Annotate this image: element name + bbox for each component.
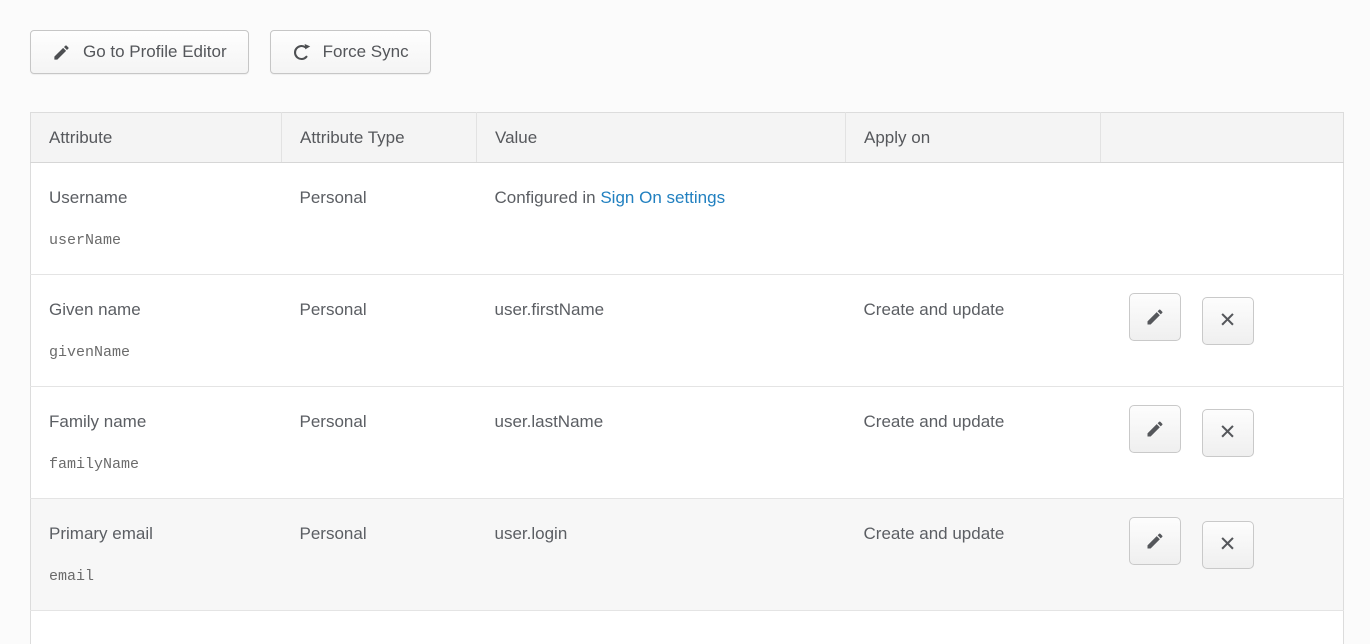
attribute-cell: Primary email email: [31, 499, 282, 611]
force-sync-label: Force Sync: [323, 42, 409, 62]
delete-attribute-button[interactable]: ✕: [1202, 409, 1254, 457]
go-to-profile-editor-button[interactable]: Go to Profile Editor: [30, 30, 249, 74]
refresh-icon: [292, 43, 311, 62]
attribute-type-cell: Personal: [282, 275, 477, 387]
column-header-attribute-type: Attribute Type: [282, 113, 477, 163]
attribute-type-cell: Personal: [282, 387, 477, 499]
attribute-variable-name: givenName: [49, 344, 264, 361]
force-sync-button[interactable]: Force Sync: [270, 30, 431, 74]
go-to-profile-editor-label: Go to Profile Editor: [83, 42, 227, 62]
value-cell: user.firstName: [477, 275, 846, 387]
sign-on-settings-link[interactable]: Sign On settings: [600, 188, 725, 207]
column-header-attribute: Attribute: [31, 113, 282, 163]
apply-on-cell: [846, 163, 1101, 275]
pencil-icon: [1145, 419, 1165, 439]
edit-attribute-button[interactable]: [1129, 405, 1181, 453]
table-row-given-name: Given name givenName Personal user.first…: [31, 275, 1344, 387]
x-icon: ✕: [1219, 422, 1237, 443]
attribute-display-name: Family name: [49, 412, 264, 432]
actions-cell: [1101, 163, 1344, 275]
delete-attribute-button[interactable]: ✕: [1202, 297, 1254, 345]
attribute-display-name: Primary email: [49, 524, 264, 544]
attribute-display-name: Username: [49, 188, 264, 208]
attribute-mappings-table: Attribute Attribute Type Value Apply on …: [30, 112, 1344, 644]
table-row-partial: [31, 611, 1344, 644]
pencil-icon: [1145, 307, 1165, 327]
attribute-cell: Family name familyName: [31, 387, 282, 499]
value-text: Configured in: [495, 188, 601, 207]
edit-attribute-button[interactable]: [1129, 293, 1181, 341]
apply-on-cell: Create and update: [846, 499, 1101, 611]
table-row-username: Username userName Personal Configured in…: [31, 163, 1344, 275]
table-row-family-name: Family name familyName Personal user.las…: [31, 387, 1344, 499]
attribute-type-cell: Personal: [282, 163, 477, 275]
apply-on-cell: Create and update: [846, 275, 1101, 387]
value-cell: user.lastName: [477, 387, 846, 499]
table-header: Attribute Attribute Type Value Apply on: [31, 113, 1344, 163]
value-cell: user.login: [477, 499, 846, 611]
actions-cell: ✕: [1101, 387, 1344, 499]
value-cell: Configured in Sign On settings: [477, 163, 846, 275]
toolbar: Go to Profile Editor Force Sync: [30, 30, 1370, 74]
delete-attribute-button[interactable]: ✕: [1202, 521, 1254, 569]
attribute-variable-name: email: [49, 568, 264, 585]
column-header-value: Value: [477, 113, 846, 163]
attribute-type-cell: Personal: [282, 499, 477, 611]
attribute-display-name: Given name: [49, 300, 264, 320]
actions-cell: ✕: [1101, 275, 1344, 387]
pencil-icon: [52, 43, 71, 62]
table-row-primary-email: Primary email email Personal user.login …: [31, 499, 1344, 611]
attribute-cell: Given name givenName: [31, 275, 282, 387]
x-icon: ✕: [1219, 534, 1237, 555]
attribute-variable-name: familyName: [49, 456, 264, 473]
apply-on-cell: Create and update: [846, 387, 1101, 499]
column-header-actions: [1101, 113, 1344, 163]
attribute-variable-name: userName: [49, 232, 264, 249]
column-header-apply-on: Apply on: [846, 113, 1101, 163]
actions-cell: ✕: [1101, 499, 1344, 611]
edit-attribute-button[interactable]: [1129, 517, 1181, 565]
pencil-icon: [1145, 531, 1165, 551]
x-icon: ✕: [1219, 310, 1237, 331]
attribute-cell: Username userName: [31, 163, 282, 275]
